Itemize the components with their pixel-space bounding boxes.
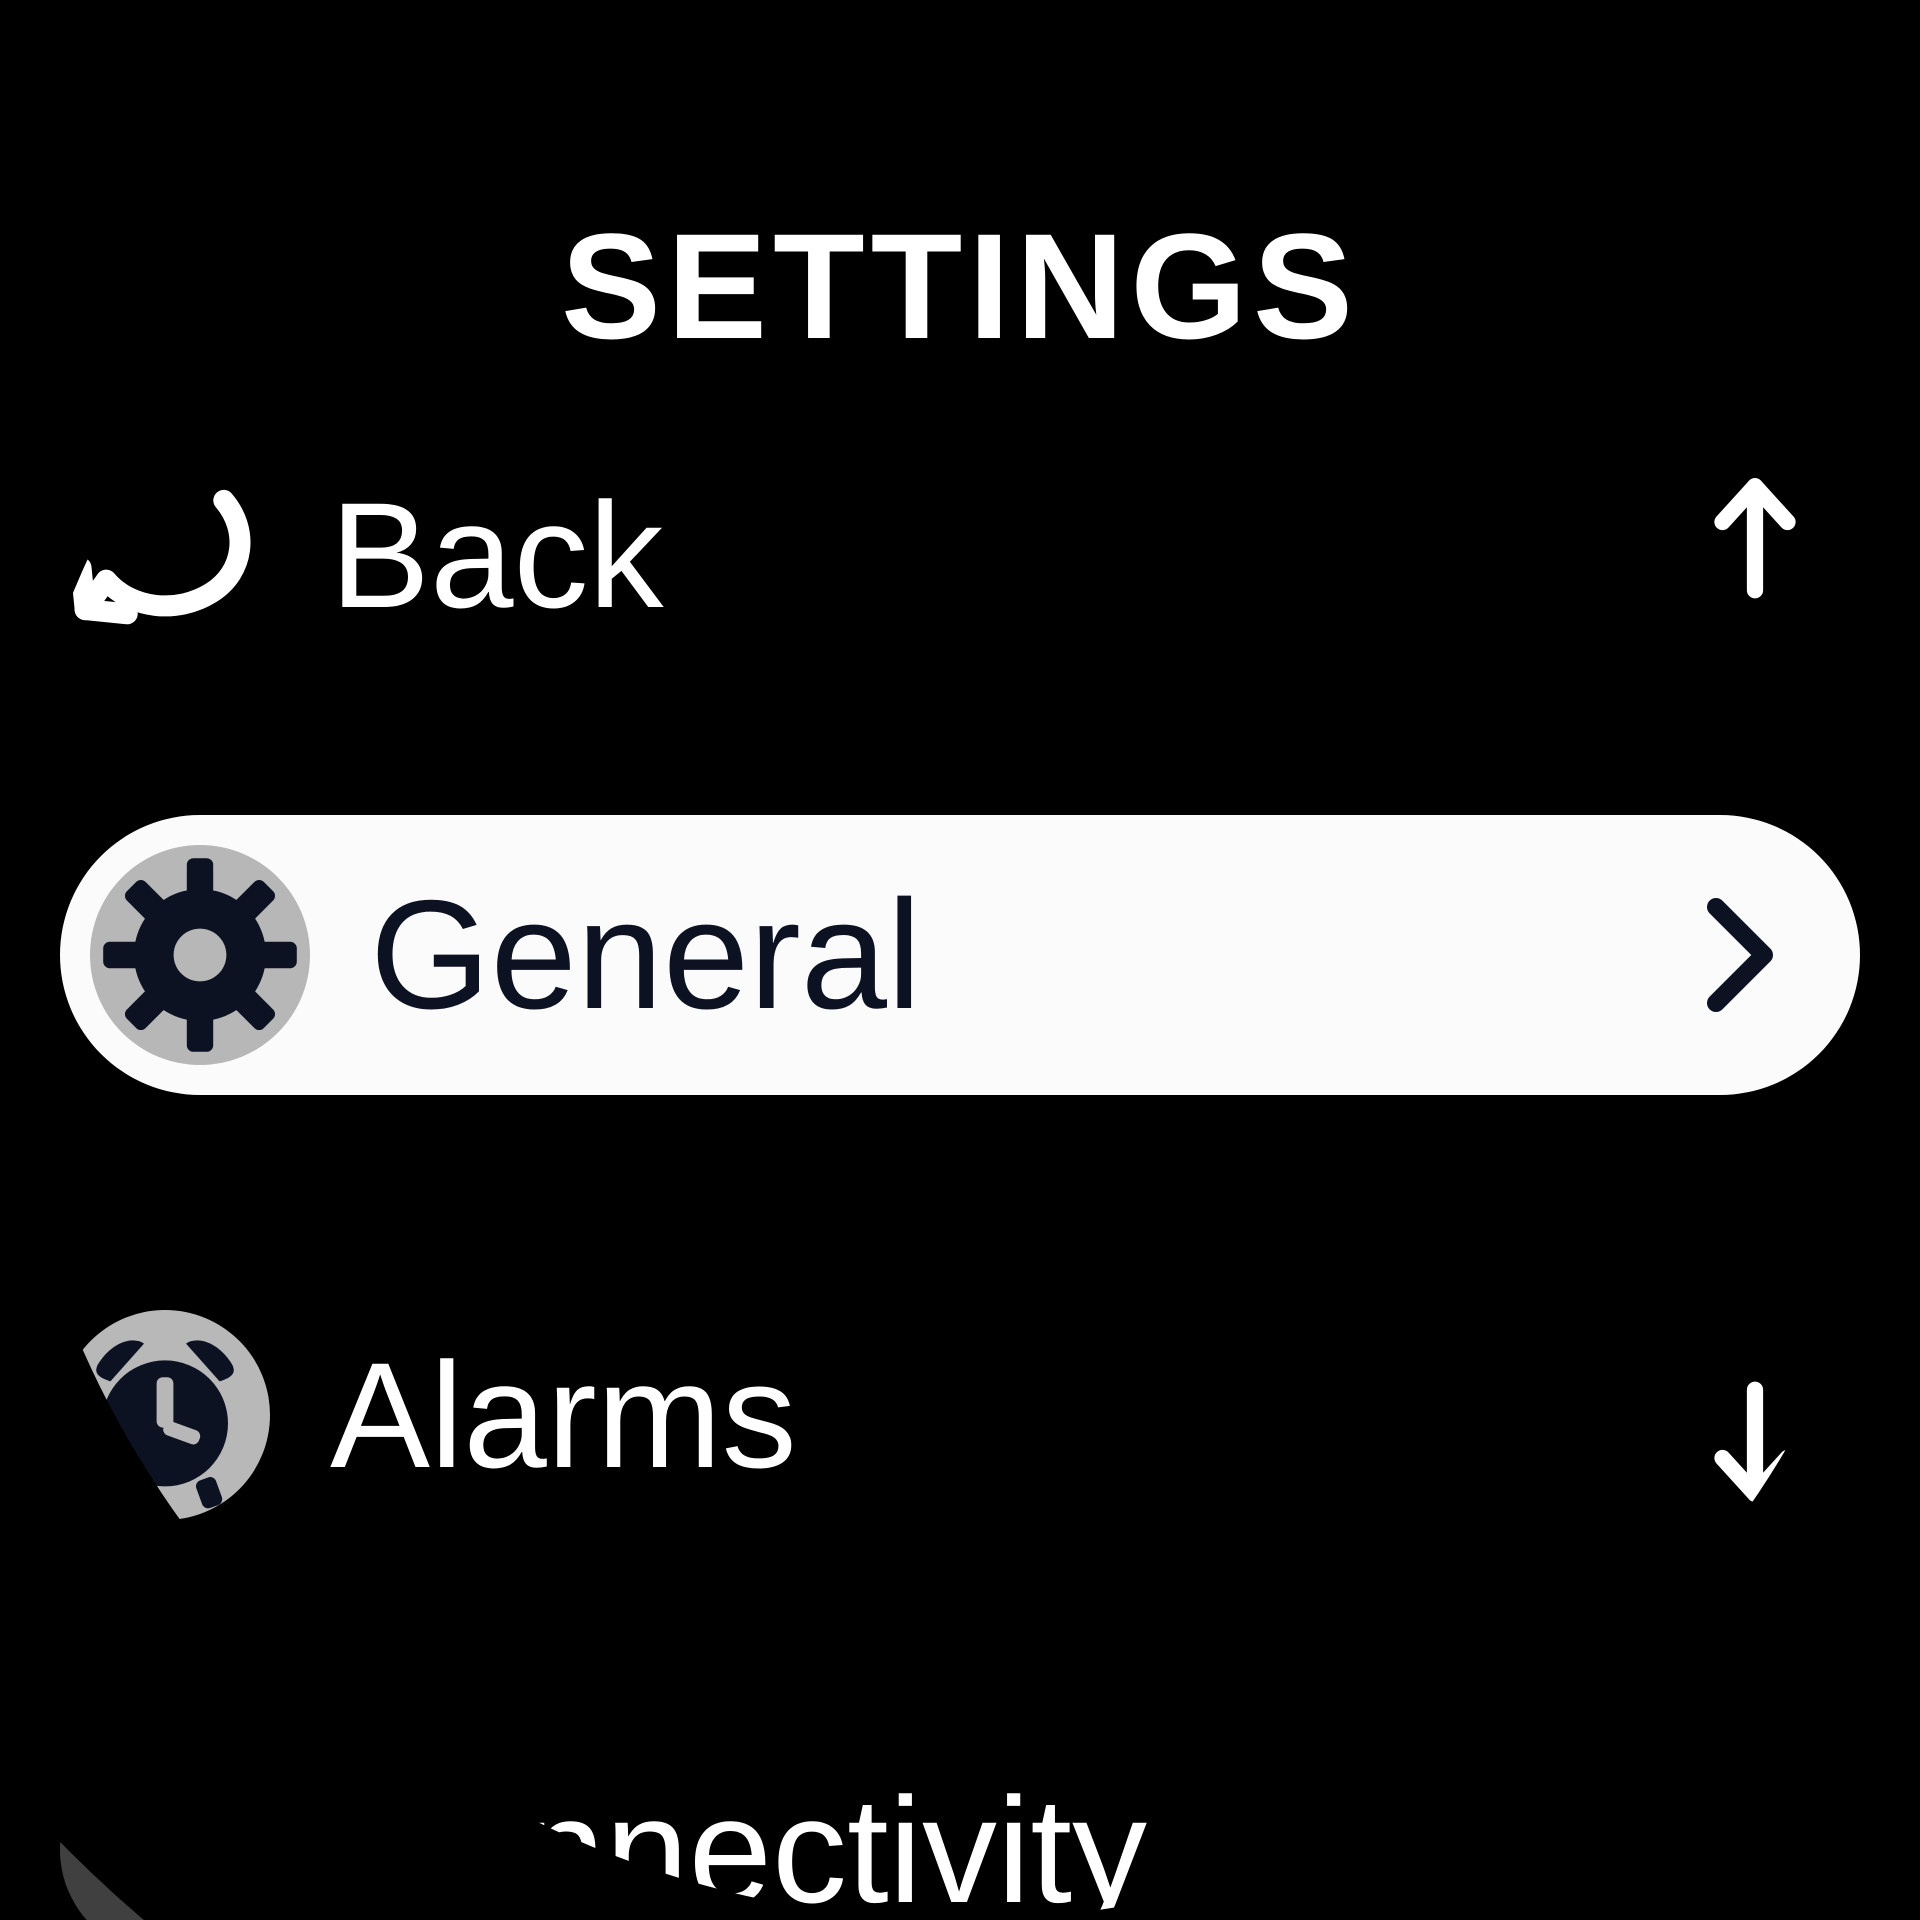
chevron-right-icon [1700,895,1780,1015]
menu-item-alarms[interactable]: Alarms [60,1300,1860,1530]
menu-item-label: Connectivity [330,1764,1147,1920]
watch-face: SETTINGS Back [0,0,1920,1920]
menu-item-label: Back [330,469,663,642]
menu-item-label: Alarms [330,1329,797,1502]
menu-item-general[interactable]: General [60,815,1860,1095]
menu-item-label: General [370,866,921,1044]
gear-icon [90,845,310,1065]
connectivity-icon [60,1745,270,1920]
menu-item-connectivity[interactable]: Connectivity [60,1750,1860,1920]
scroll-down-arrow-icon[interactable] [1700,1380,1810,1510]
alarm-clock-icon [60,1310,270,1520]
page-title: SETTINGS [0,200,1920,373]
scroll-up-arrow-icon[interactable] [1700,470,1810,600]
back-arrow-icon [60,450,270,660]
menu-item-back[interactable]: Back [60,440,1860,670]
